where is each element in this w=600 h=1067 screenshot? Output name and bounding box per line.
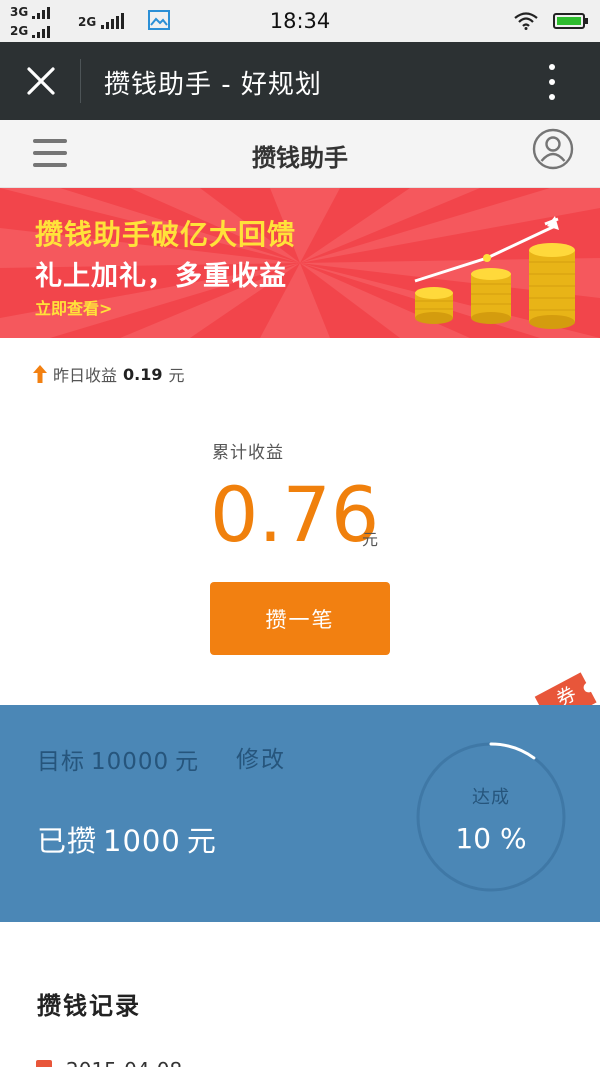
page-title: 攒钱助手 - 好规划 [104,70,322,100]
title-bar: 攒钱助手 - 好规划 [0,42,600,120]
total-earnings-unit: 元 [362,530,379,549]
promo-banner[interactable]: 攒钱助手破亿大回馈 礼上加礼，多重收益 立即查看> [0,188,600,338]
progress-label: 达成 [472,787,510,808]
goal-target-unit: 元 [175,749,200,775]
yesterday-earnings: 昨日收益 0.19 元 [33,362,185,386]
yesterday-value: 0.19 [123,364,163,384]
title-divider [80,59,81,103]
goal-saved: 已攒 1000 元 [37,818,217,860]
goal-edit-link[interactable]: 修改 [236,740,286,774]
close-icon[interactable] [26,66,56,96]
up-arrow-icon [33,365,47,383]
goal-saved-unit: 元 [186,824,217,858]
app-header: 攒钱助手 [0,120,600,188]
progress-ring [416,742,566,892]
more-vertical-icon[interactable] [540,60,564,104]
app-title: 攒钱助手 [252,144,348,172]
banner-headline: 攒钱助手破亿大回馈 [35,218,297,251]
records-title: 攒钱记录 [37,992,141,1020]
wifi-icon [514,12,538,30]
banner-subline: 礼上加礼，多重收益 [35,261,287,292]
record-date: 2015-04-08 [66,1058,182,1067]
progress-value: 10 % [455,822,527,855]
status-time: 18:34 [269,9,331,33]
goal-target: 目标 10000 元 [37,742,199,776]
coins-illustration [414,216,575,329]
user-icon[interactable] [532,128,574,170]
goal-target-amount: 10000 [91,749,170,775]
calendar-icon [36,1060,52,1067]
status-bar: 3G 2G 2G 18:34 [0,0,600,42]
battery-icon [553,13,588,29]
goal-saved-amount: 1000 [103,824,181,858]
goal-target-label: 目标 [37,749,85,775]
total-earnings-value: 0.76 [210,470,380,559]
goal-saved-label: 已攒 [37,824,98,858]
banner-view-link[interactable]: 立即查看> [35,295,112,319]
yesterday-unit: 元 [168,366,185,385]
save-money-button[interactable]: 攒一笔 [210,582,390,655]
progress-arc [489,742,536,760]
yesterday-label: 昨日收益 [53,366,118,385]
total-earnings-label: 累计收益 [212,443,284,463]
